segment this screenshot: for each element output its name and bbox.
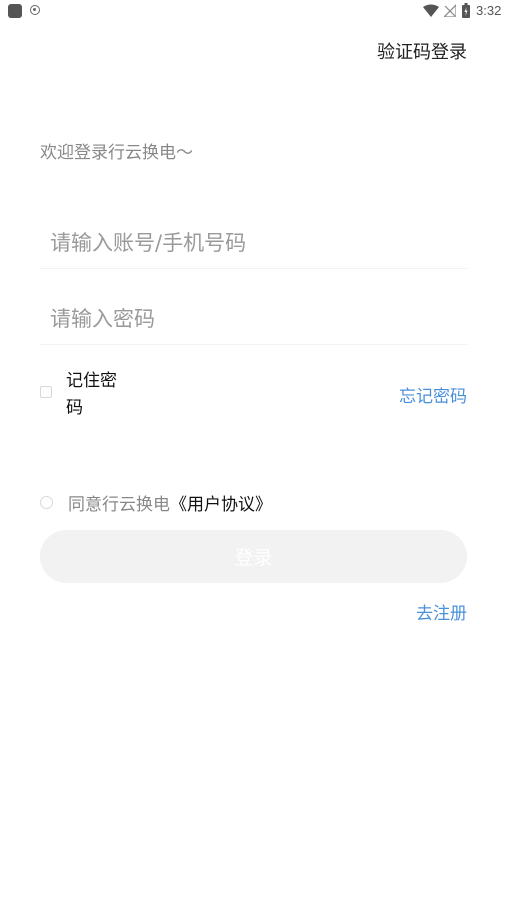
account-field — [40, 218, 467, 269]
welcome-text: 欢迎登录行云换电～ — [40, 143, 193, 163]
sms-login-link[interactable]: 验证码登录 — [377, 38, 467, 64]
remember-password-checkbox[interactable] — [40, 386, 52, 398]
account-input[interactable] — [40, 218, 467, 268]
no-signal-icon — [444, 4, 456, 17]
register-link[interactable]: 去注册 — [416, 599, 467, 624]
status-bar: 3:32 — [0, 0, 507, 22]
password-field — [40, 294, 467, 345]
remember-password-label[interactable]: 记住密码 — [66, 368, 126, 422]
eye-icon — [30, 5, 40, 15]
password-input[interactable] — [40, 294, 467, 344]
status-time: 3:32 — [476, 3, 502, 18]
forgot-password-link[interactable]: 忘记密码 — [399, 382, 467, 407]
wifi-icon — [423, 4, 439, 17]
battery-icon — [462, 3, 470, 18]
login-button[interactable]: 登录 — [40, 530, 467, 583]
app-icon — [8, 4, 22, 18]
agree-terms-prefix: 同意行云换电 — [68, 495, 170, 515]
agree-terms-radio[interactable] — [40, 496, 53, 509]
user-agreement-link[interactable]: 《用户协议》 — [170, 495, 272, 515]
agree-terms-text: 同意行云换电《用户协议》 — [68, 490, 272, 515]
